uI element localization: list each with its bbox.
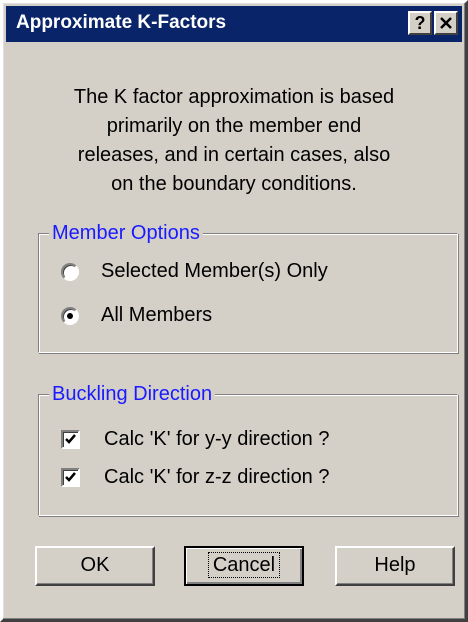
title-bar[interactable]: Approximate K-Factors ? [6,6,462,42]
checkbox-label[interactable]: Calc 'K' for y-y direction ? [104,428,330,451]
radio-button-icon[interactable] [61,262,79,281]
buckling-direction-group: Buckling Direction Calc 'K' for y-y dire… [38,381,458,516]
checkbox-icon[interactable] [61,468,80,487]
description-line: The K factor approximation is based [73,86,395,108]
close-icon[interactable] [434,11,458,35]
checkbox-yy-direction[interactable]: Calc 'K' for y-y direction ? [61,428,330,451]
help-button[interactable]: Help [335,546,455,586]
radio-label[interactable]: Selected Member(s) Only [101,260,328,283]
description-line: primarily on the member end [106,115,362,137]
window-title: Approximate K-Factors [16,12,227,33]
description-line: releases, and in certain cases, also [77,144,391,166]
buckling-direction-legend: Buckling Direction [49,381,216,407]
description-text: The K factor approximation is based prim… [23,83,445,199]
radio-button-icon[interactable] [61,306,79,325]
radio-all-members[interactable]: All Members [61,304,212,327]
member-options-group: Member Options Selected Member(s) Only A… [38,220,458,353]
cancel-button-label: Cancel [207,552,281,578]
help-question-icon[interactable]: ? [408,11,432,35]
ok-button[interactable]: OK [35,546,155,586]
radio-selected-members[interactable]: Selected Member(s) Only [61,260,328,283]
member-options-legend: Member Options [49,220,203,246]
radio-selected-dot-icon [67,312,73,319]
description-line: on the boundary conditions. [111,173,357,195]
cancel-button[interactable]: Cancel [184,546,304,586]
checkbox-label[interactable]: Calc 'K' for z-z direction ? [104,466,330,489]
checkbox-zz-direction[interactable]: Calc 'K' for z-z direction ? [61,466,330,489]
dialog-window: Approximate K-Factors ? The K factor app… [0,0,468,622]
radio-label[interactable]: All Members [101,304,212,327]
checkmark-icon [65,434,76,444]
checkmark-icon [65,472,76,482]
checkbox-icon[interactable] [61,430,80,449]
